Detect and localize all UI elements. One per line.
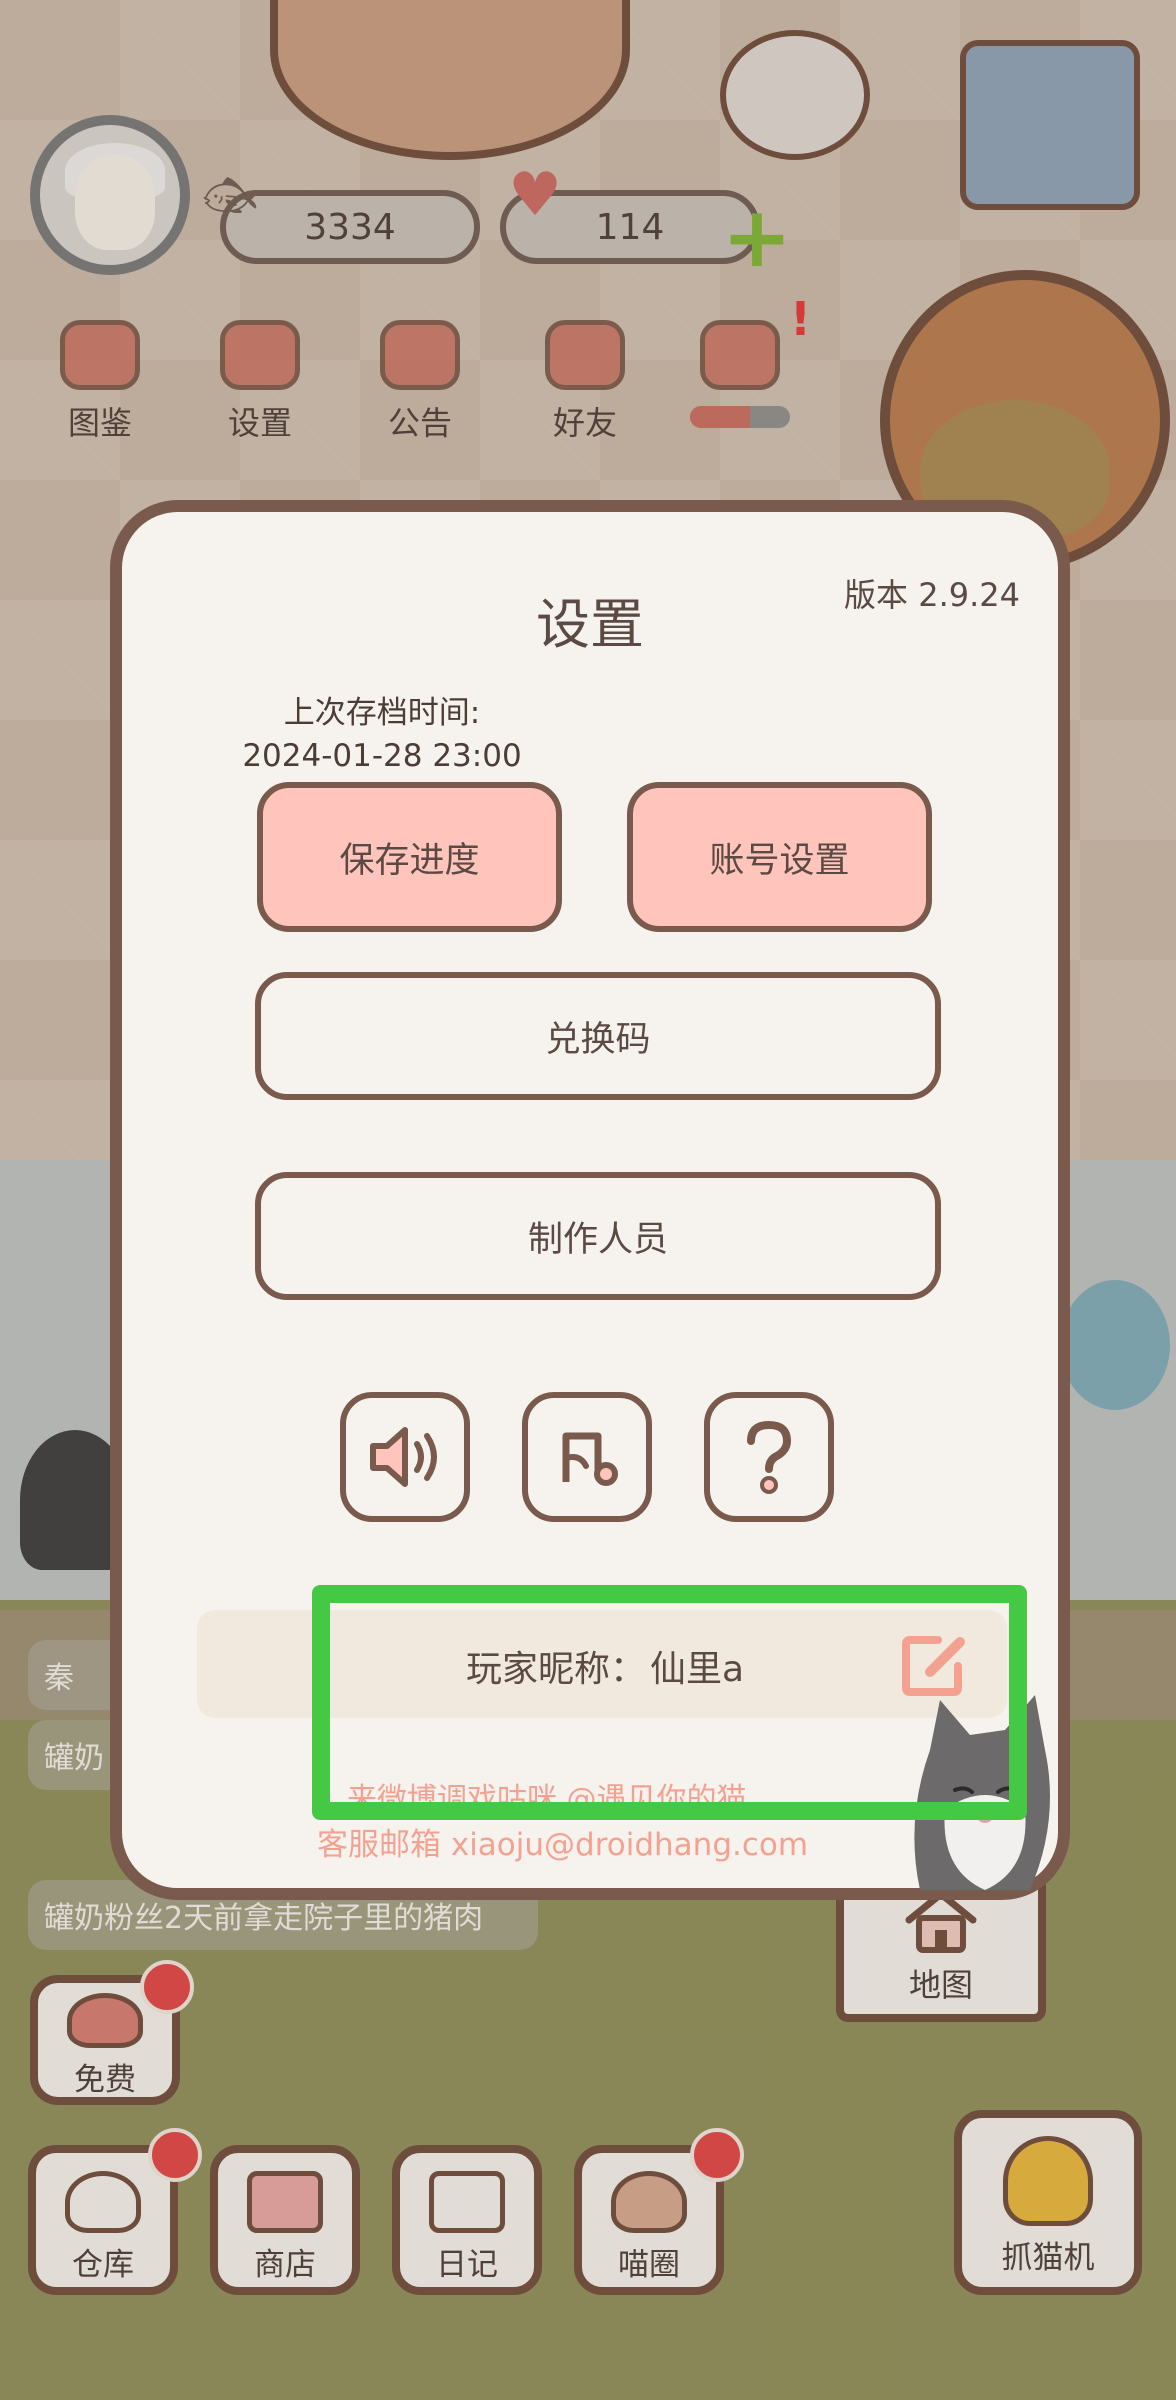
edit-icon xyxy=(902,1636,965,1696)
question-icon xyxy=(747,1420,792,1494)
edit-nickname-button[interactable] xyxy=(900,1632,972,1698)
sound-toggle-button[interactable] xyxy=(340,1392,470,1522)
nickname-label: 玩家昵称： xyxy=(466,1649,647,1690)
save-progress-button[interactable]: 保存进度 xyxy=(257,782,562,932)
help-button[interactable] xyxy=(704,1392,834,1522)
support-email[interactable]: 客服邮箱 xiaoju@droidhang.com xyxy=(317,1819,808,1864)
last-save-info: 上次存档时间: 2024-01-28 23:00 xyxy=(232,692,532,779)
redeem-code-button[interactable]: 兑换码 xyxy=(255,972,941,1100)
peeking-cat-image xyxy=(914,1695,1050,1890)
credits-button[interactable]: 制作人员 xyxy=(255,1172,941,1300)
last-save-time: 2024-01-28 23:00 xyxy=(242,738,522,775)
dialog-title: 设置 xyxy=(536,593,644,656)
account-settings-button[interactable]: 账号设置 xyxy=(627,782,932,932)
weibo-link[interactable]: 来微博调戏咕咪 @遇见你的猫 xyxy=(347,1774,747,1818)
nickname-value: 仙里a xyxy=(650,1649,745,1690)
last-save-label: 上次存档时间: xyxy=(283,695,481,731)
music-note-icon xyxy=(562,1432,618,1486)
speaker-icon xyxy=(370,1427,437,1487)
nickname-row: 玩家昵称： 仙里a xyxy=(462,1640,744,1692)
music-toggle-button[interactable] xyxy=(522,1392,652,1522)
